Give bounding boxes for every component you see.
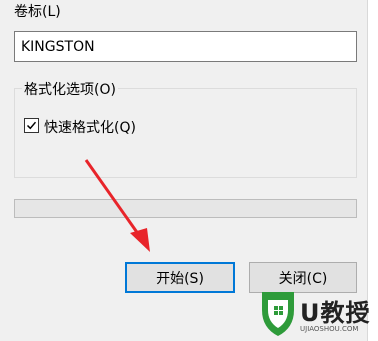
watermark-brand: U教授: [300, 299, 371, 327]
quick-format-label[interactable]: 快速格式化(Q): [44, 117, 136, 137]
format-progress-bar: [14, 199, 357, 218]
checkmark-icon: [26, 121, 37, 130]
volume-label-input[interactable]: [14, 31, 357, 62]
start-button[interactable]: 开始(S): [125, 262, 235, 293]
watermark-url: UJIAOSHOU.COM: [300, 325, 359, 333]
volume-label: 卷标(L): [14, 4, 61, 20]
format-options-title: 格式化选项(O): [22, 79, 118, 99]
quick-format-checkbox[interactable]: [24, 118, 39, 133]
